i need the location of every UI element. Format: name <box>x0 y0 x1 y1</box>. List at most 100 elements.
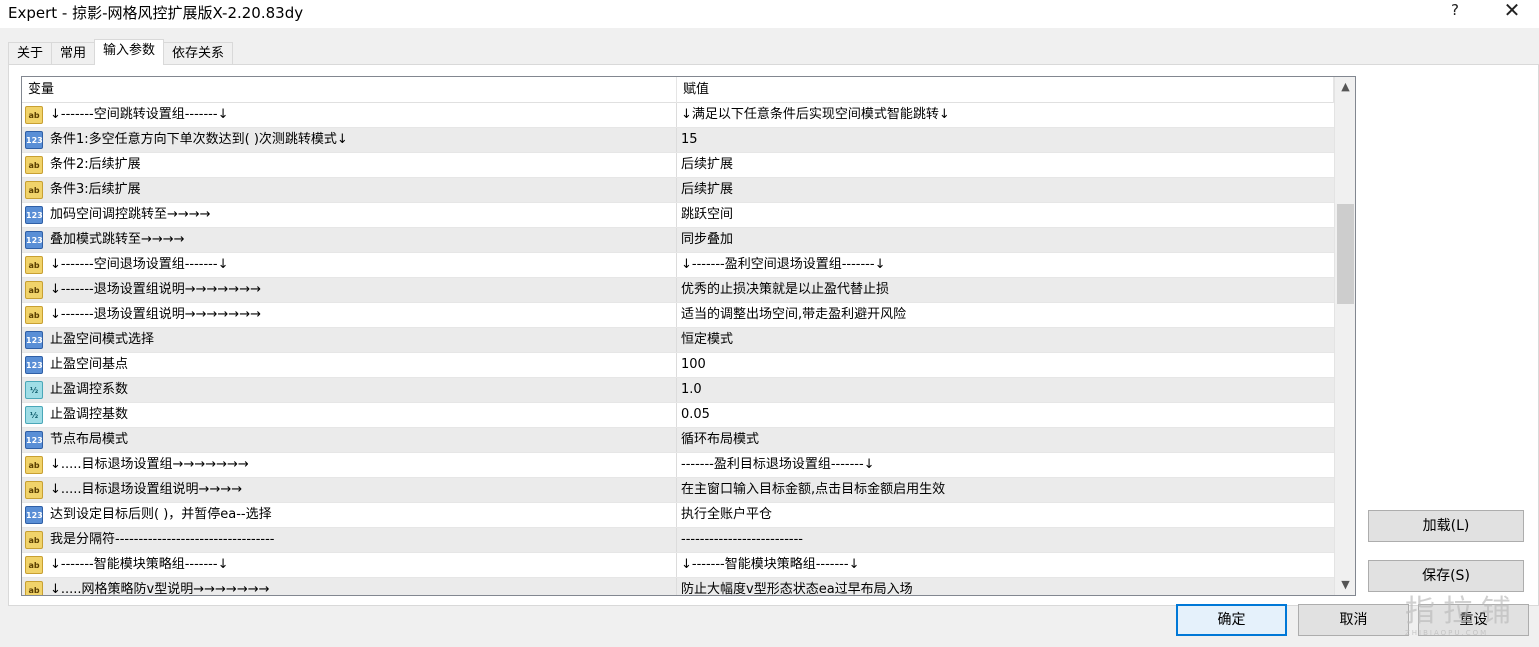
variable-label: ↓-------退场设置组说明→→→→→→→ <box>50 282 261 297</box>
table-row[interactable]: 123 条件1:多空任意方向下单次数达到( )次测跳转模式↓ 15 <box>22 128 1334 153</box>
variable-cell[interactable]: 123 叠加模式跳转至→→→→ <box>22 228 677 252</box>
integer-type-icon: 123 <box>25 231 43 249</box>
variable-cell[interactable]: 123 止盈空间基点 <box>22 353 677 377</box>
table-row[interactable]: 123 加码空间调控跳转至→→→→ 跳跃空间 <box>22 203 1334 228</box>
string-type-icon: ab <box>25 281 43 299</box>
table-row[interactable]: 123 节点布局模式 循环布局模式 <box>22 428 1334 453</box>
cancel-button[interactable]: 取消 <box>1298 604 1409 636</box>
value-cell[interactable]: 执行全账户平仓 <box>677 503 1334 527</box>
variable-cell[interactable]: ab ↓.....目标退场设置组说明→→→→ <box>22 478 677 502</box>
scrollbar-thumb[interactable] <box>1337 204 1354 304</box>
tab-1[interactable]: 常用 <box>51 42 96 65</box>
table-row[interactable]: 123 叠加模式跳转至→→→→ 同步叠加 <box>22 228 1334 253</box>
value-cell[interactable]: ↓-------智能模块策略组-------↓ <box>677 553 1334 577</box>
table-row[interactable]: ab ↓-------退场设置组说明→→→→→→→ 适当的调整出场空间,带走盈利避开… <box>22 303 1334 328</box>
variable-cell[interactable]: ab 条件2:后续扩展 <box>22 153 677 177</box>
value-cell[interactable]: 后续扩展 <box>677 153 1334 177</box>
value-cell[interactable]: 15 <box>677 128 1334 152</box>
table-row[interactable]: ab ↓-------智能模块策略组-------↓ ↓-------智能模块策略组… <box>22 553 1334 578</box>
table-row[interactable]: ab ↓.....网格策略防v型说明→→→→→→→ 防止大幅度v型形态状态ea过早布… <box>22 578 1334 595</box>
table-row[interactable]: ½ 止盈调控基数 0.05 <box>22 403 1334 428</box>
value-cell[interactable]: 优秀的止损决策就是以止盈代替止损 <box>677 278 1334 302</box>
variable-cell[interactable]: ab 条件3:后续扩展 <box>22 178 677 202</box>
variable-label: 加码空间调控跳转至→→→→ <box>50 207 211 222</box>
value-cell[interactable]: 100 <box>677 353 1334 377</box>
variable-label: 止盈调控系数 <box>50 382 129 397</box>
variable-cell[interactable]: ab 我是分隔符---------------------------------… <box>22 528 677 552</box>
variable-cell[interactable]: ab ↓.....目标退场设置组→→→→→→→ <box>22 453 677 477</box>
variable-cell[interactable]: ab ↓-------智能模块策略组-------↓ <box>22 553 677 577</box>
string-type-icon: ab <box>25 456 43 474</box>
close-button[interactable]: ✕ <box>1497 0 1527 22</box>
table-row[interactable]: 123 止盈空间基点 100 <box>22 353 1334 378</box>
integer-type-icon: 123 <box>25 131 43 149</box>
table-row[interactable]: 123 止盈空间模式选择 恒定模式 <box>22 328 1334 353</box>
variable-cell[interactable]: 123 达到设定目标后则( )，并暂停ea--选择 <box>22 503 677 527</box>
chevron-up-icon[interactable]: ▲ <box>1335 77 1355 97</box>
table-row[interactable]: ab 我是分隔符---------------------------------… <box>22 528 1334 553</box>
save-button[interactable]: 保存(S) <box>1368 560 1524 592</box>
value-cell[interactable]: 防止大幅度v型形态状态ea过早布局入场 <box>677 578 1334 595</box>
variable-cell[interactable]: ab ↓.....网格策略防v型说明→→→→→→→ <box>22 578 677 595</box>
grid-rows: ab ↓-------空间跳转设置组-------↓ ↓满足以下任意条件后实现空间模… <box>22 103 1334 595</box>
tab-2[interactable]: 输入参数 <box>94 39 165 65</box>
watermark-text: 指拉铺 <box>1405 594 1519 629</box>
integer-type-icon: 123 <box>25 356 43 374</box>
column-header-variable[interactable]: 变量 <box>22 77 677 103</box>
table-row[interactable]: ab 条件2:后续扩展 后续扩展 <box>22 153 1334 178</box>
variable-cell[interactable]: 123 加码空间调控跳转至→→→→ <box>22 203 677 227</box>
table-row[interactable]: ab ↓.....目标退场设置组→→→→→→→ -------盈利目标退场设置组--… <box>22 453 1334 478</box>
value-cell[interactable]: ↓-------盈利空间退场设置组-------↓ <box>677 253 1334 277</box>
variable-label: 止盈空间基点 <box>50 357 129 372</box>
variable-cell[interactable]: ab ↓-------退场设置组说明→→→→→→→ <box>22 303 677 327</box>
table-row[interactable]: ½ 止盈调控系数 1.0 <box>22 378 1334 403</box>
table-row[interactable]: ab ↓.....目标退场设置组说明→→→→ 在主窗口输入目标金额,点击目标金额启用… <box>22 478 1334 503</box>
variable-cell[interactable]: 123 条件1:多空任意方向下单次数达到( )次测跳转模式↓ <box>22 128 677 152</box>
value-cell[interactable]: 恒定模式 <box>677 328 1334 352</box>
value-cell[interactable]: 在主窗口输入目标金额,点击目标金额启用生效 <box>677 478 1334 502</box>
variable-cell[interactable]: ab ↓-------空间退场设置组-------↓ <box>22 253 677 277</box>
variable-cell[interactable]: ½ 止盈调控基数 <box>22 403 677 427</box>
variable-label: 叠加模式跳转至→→→→ <box>50 232 185 247</box>
variable-label: 条件1:多空任意方向下单次数达到( )次测跳转模式↓ <box>50 132 348 147</box>
table-row[interactable]: ab ↓-------空间退场设置组-------↓ ↓-------盈利空间退场设… <box>22 253 1334 278</box>
column-header-value[interactable]: 赋值 <box>677 77 1334 103</box>
variable-label: 条件2:后续扩展 <box>50 157 141 172</box>
value-cell[interactable]: 适当的调整出场空间,带走盈利避开风险 <box>677 303 1334 327</box>
table-row[interactable]: ab 条件3:后续扩展 后续扩展 <box>22 178 1334 203</box>
variable-cell[interactable]: 123 止盈空间模式选择 <box>22 328 677 352</box>
string-type-icon: ab <box>25 106 43 124</box>
value-cell[interactable]: 同步叠加 <box>677 228 1334 252</box>
value-cell[interactable]: 1.0 <box>677 378 1334 402</box>
tab-0[interactable]: 关于 <box>8 42 53 65</box>
variable-label: 止盈空间模式选择 <box>50 332 155 347</box>
ok-button[interactable]: 确定 <box>1176 604 1287 636</box>
integer-type-icon: 123 <box>25 331 43 349</box>
watermark-logo: 指拉铺 ZHIBIAOPU.COM <box>1405 596 1535 642</box>
string-type-icon: ab <box>25 306 43 324</box>
load-button[interactable]: 加载(L) <box>1368 510 1524 542</box>
variable-cell[interactable]: ½ 止盈调控系数 <box>22 378 677 402</box>
table-row[interactable]: 123 达到设定目标后则( )，并暂停ea--选择 执行全账户平仓 <box>22 503 1334 528</box>
tab-bar: 关于 常用 输入参数 依存关系 <box>8 39 234 65</box>
variable-cell[interactable]: ab ↓-------退场设置组说明→→→→→→→ <box>22 278 677 302</box>
table-row[interactable]: ab ↓-------空间跳转设置组-------↓ ↓满足以下任意条件后实现空间模… <box>22 103 1334 128</box>
value-cell[interactable]: -------------------------- <box>677 528 1334 552</box>
chevron-down-icon[interactable]: ▼ <box>1335 575 1355 595</box>
table-row[interactable]: ab ↓-------退场设置组说明→→→→→→→ 优秀的止损决策就是以止盈代替止损 <box>22 278 1334 303</box>
value-cell[interactable]: -------盈利目标退场设置组-------↓ <box>677 453 1334 477</box>
value-cell[interactable]: ↓满足以下任意条件后实现空间模式智能跳转↓ <box>677 103 1334 127</box>
double-type-icon: ½ <box>25 406 43 424</box>
tab-3[interactable]: 依存关系 <box>163 42 234 65</box>
vertical-scrollbar[interactable]: ▲ ▼ <box>1334 77 1355 595</box>
title-bar: Expert - 掠影-网格风控扩展版X-2.20.83dy ? ✕ <box>0 0 1539 28</box>
variable-cell[interactable]: ab ↓-------空间跳转设置组-------↓ <box>22 103 677 127</box>
help-button[interactable]: ? <box>1440 0 1470 22</box>
variable-cell[interactable]: 123 节点布局模式 <box>22 428 677 452</box>
value-cell[interactable]: 跳跃空间 <box>677 203 1334 227</box>
value-cell[interactable]: 0.05 <box>677 403 1334 427</box>
string-type-icon: ab <box>25 181 43 199</box>
value-cell[interactable]: 后续扩展 <box>677 178 1334 202</box>
value-cell[interactable]: 循环布局模式 <box>677 428 1334 452</box>
window-title: Expert - 掠影-网格风控扩展版X-2.20.83dy <box>8 4 304 22</box>
